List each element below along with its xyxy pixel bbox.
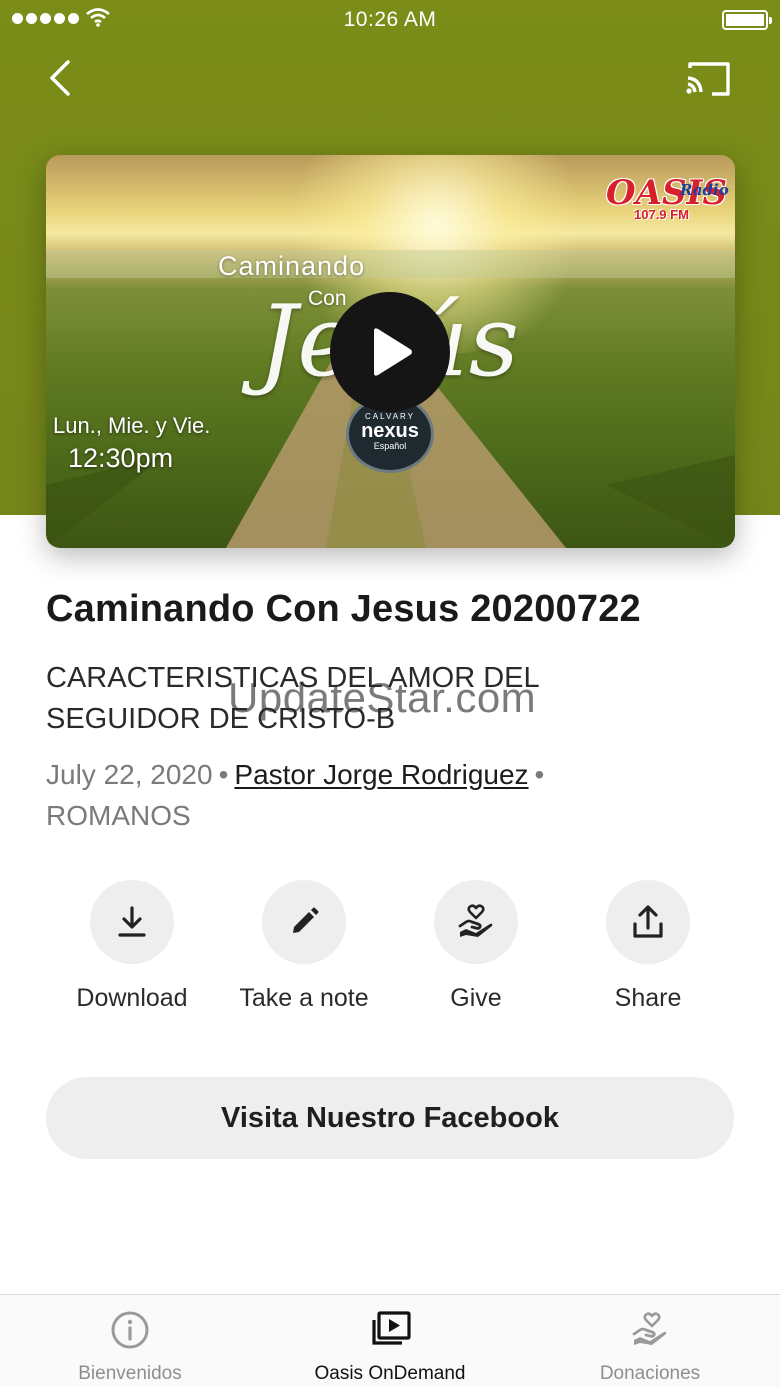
give-heart-hand-icon <box>458 904 493 937</box>
donation-hand-heart-icon <box>632 1312 667 1345</box>
cast-icon <box>686 62 730 96</box>
tab-oasis-ondemand-label: Oasis OnDemand <box>314 1363 466 1384</box>
share-icon <box>633 905 663 938</box>
artwork-schedule-days: Lun., Mie. y Vie. <box>53 413 211 438</box>
episode-author-link[interactable]: Pastor Jorge Rodriguez <box>234 759 528 790</box>
share-label: Share <box>614 984 682 1012</box>
play-icon <box>374 328 412 376</box>
episode-date: July 22, 2020 <box>46 759 213 790</box>
meta-separator: • <box>534 759 545 790</box>
status-time: 10:26 AM <box>343 8 437 31</box>
meta-separator: • <box>218 759 229 790</box>
watermark: UpdateStar.com <box>228 674 537 721</box>
tab-bienvenidos[interactable]: Bienvenidos <box>0 1295 260 1387</box>
status-bar: 10:26 AM <box>0 0 780 40</box>
tab-donaciones[interactable]: Donaciones <box>520 1295 780 1387</box>
cast-button[interactable] <box>684 58 734 102</box>
give-label: Give <box>450 984 502 1012</box>
tab-donaciones-label: Donaciones <box>599 1363 701 1384</box>
oasis-radio-logo: OASIS Radio 107.9 FM <box>606 173 729 222</box>
back-button[interactable] <box>42 56 82 100</box>
video-library-icon <box>372 1311 411 1345</box>
share-button[interactable]: Share <box>562 880 734 1013</box>
battery-icon <box>722 10 772 30</box>
download-label: Download <box>76 984 188 1012</box>
download-button[interactable]: Download <box>46 880 218 1013</box>
give-button[interactable]: Give <box>390 880 562 1013</box>
episode-meta: July 22, 2020 • Pastor Jorge Rodriguez • RO… <box>46 754 736 836</box>
take-note-label: Take a note <box>239 984 369 1012</box>
play-button[interactable] <box>330 292 450 412</box>
tab-bar: Bienvenidos Oasis OnDemand Donaciones <box>0 1294 780 1387</box>
tab-oasis-ondemand[interactable]: Oasis OnDemand <box>260 1295 520 1387</box>
download-icon <box>118 906 146 937</box>
facebook-button[interactable]: Visita Nuestro Facebook <box>46 1077 734 1159</box>
episode-artwork: Caminando Con Jesús Lun., Mie. y Vie. 12… <box>46 155 735 548</box>
artwork-title-line1: Caminando <box>218 251 366 281</box>
info-icon <box>111 1311 149 1349</box>
pencil-icon <box>293 907 319 933</box>
tab-bienvenidos-label: Bienvenidos <box>78 1363 182 1384</box>
action-row: Download Take a note Give Share <box>46 880 734 1020</box>
episode-series: ROMANOS <box>46 800 191 831</box>
episode-title: Caminando Con Jesus 20200722 <box>46 588 641 630</box>
chevron-left-icon <box>50 60 70 96</box>
take-note-button[interactable]: Take a note <box>218 880 390 1013</box>
artwork-schedule-hour: 12:30pm <box>68 443 174 473</box>
